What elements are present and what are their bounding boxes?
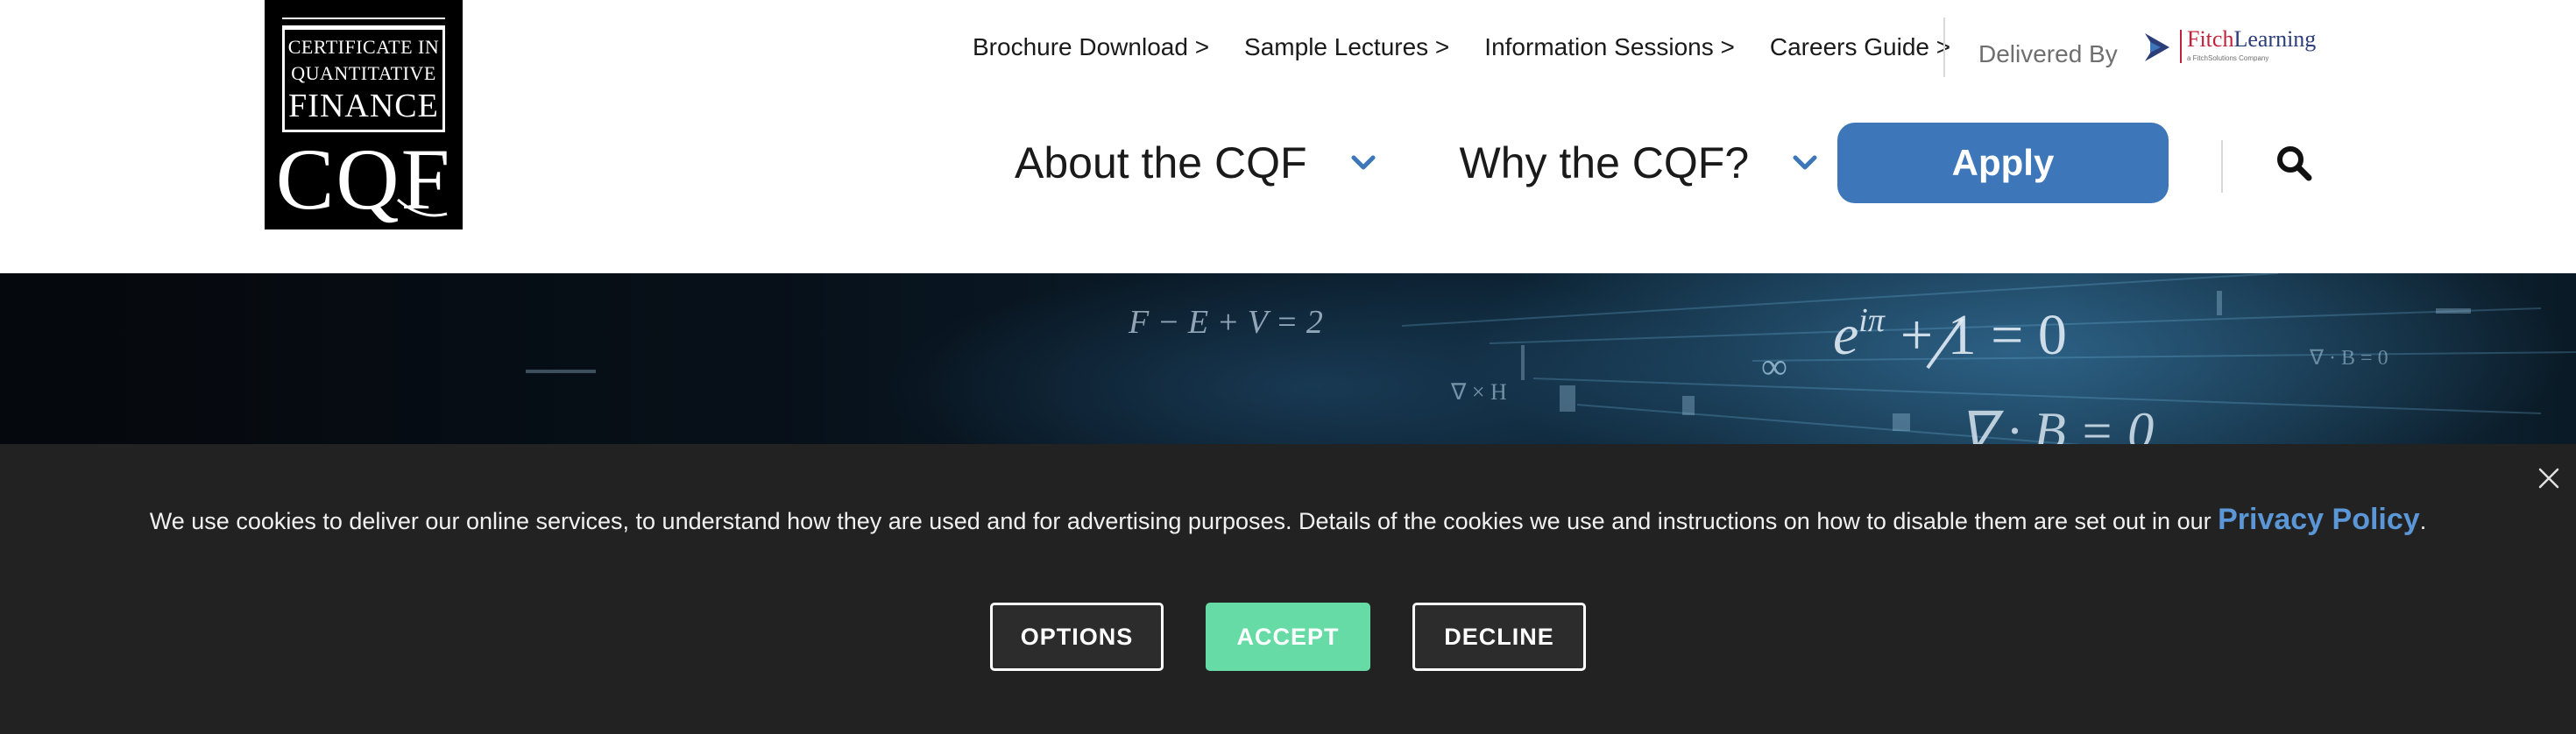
cookie-buttons: OPTIONS ACCEPT DECLINE: [0, 603, 2576, 671]
fitch-name-first: Fitch: [2187, 26, 2234, 52]
delivered-by-label: Delivered By: [1978, 40, 2118, 67]
logo-line-2: QUANTITATIVE: [291, 62, 436, 84]
nav-about-the-cqf[interactable]: About the CQF: [1015, 138, 1376, 188]
nav-why-label: Why the CQF?: [1459, 138, 1750, 187]
careers-guide-link[interactable]: Careers Guide >: [1770, 33, 1950, 61]
equation-div-b-small: ∇ · B = 0: [2309, 347, 2388, 370]
logo-line-3: FINANCE: [288, 88, 439, 124]
chevron-down-icon[interactable]: [1351, 155, 1376, 171]
fitch-tagline: a FitchSolutions Company: [2187, 54, 2269, 62]
divider: [2221, 140, 2223, 193]
cookie-message-text: We use cookies to deliver our online ser…: [149, 508, 2219, 534]
fitch-name: FitchLearning: [2187, 26, 2316, 53]
logo-text-box: CERTIFICATE IN QUANTITATIVE FINANCE: [282, 27, 445, 132]
site-header: CERTIFICATE IN QUANTITATIVE FINANCE CQF …: [0, 0, 2576, 273]
chevron-down-icon[interactable]: [1793, 155, 1817, 171]
cookie-options-button[interactable]: OPTIONS: [990, 603, 1164, 671]
nav-why-the-cqf[interactable]: Why the CQF?: [1460, 138, 1818, 188]
main-nav: About the CQF Why the CQF?: [1015, 131, 1817, 194]
brochure-download-link[interactable]: Brochure Download >: [973, 33, 1209, 61]
cookie-accept-button[interactable]: ACCEPT: [1206, 603, 1370, 671]
search-icon[interactable]: [2275, 144, 2313, 182]
information-sessions-link[interactable]: Information Sessions >: [1484, 33, 1735, 61]
apply-button[interactable]: Apply: [1837, 123, 2169, 203]
fitch-arrow-icon: [2145, 33, 2169, 61]
logo-swoosh-icon: [397, 198, 448, 217]
equation-curl-h: ∇ × H: [1450, 379, 1507, 405]
fitch-name-second: Learning: [2233, 26, 2317, 52]
nav-about-label: About the CQF: [1015, 138, 1307, 187]
equation-euler-formula: F − E + V = 2: [1128, 304, 1323, 341]
cookie-message-period: .: [2419, 508, 2427, 534]
equation-infinity: ∞: [1761, 347, 1787, 387]
eq-rest: + 1 = 0: [1900, 303, 2067, 367]
eq-exponent: iπ: [1858, 302, 1886, 339]
close-icon[interactable]: [2537, 467, 2560, 490]
privacy-policy-link[interactable]: Privacy Policy: [2218, 503, 2420, 536]
sample-lectures-link[interactable]: Sample Lectures >: [1244, 33, 1449, 61]
divider: [1943, 18, 1945, 77]
utility-nav: Brochure Download > Sample Lectures > In…: [973, 30, 1950, 65]
cookie-banner: We use cookies to deliver our online ser…: [0, 444, 2576, 734]
fitch-learning-logo[interactable]: FitchLearning a FitchSolutions Company: [2143, 26, 2316, 68]
fitch-divider: [2180, 30, 2182, 63]
cqf-logo[interactable]: CERTIFICATE IN QUANTITATIVE FINANCE CQF: [265, 0, 463, 229]
eq-base: e: [1833, 303, 1858, 367]
cookie-decline-button[interactable]: DECLINE: [1412, 603, 1586, 671]
logo-rule: [282, 18, 445, 19]
cookie-message: We use cookies to deliver our online ser…: [0, 495, 2576, 546]
logo-line-1: CERTIFICATE IN: [287, 36, 440, 58]
